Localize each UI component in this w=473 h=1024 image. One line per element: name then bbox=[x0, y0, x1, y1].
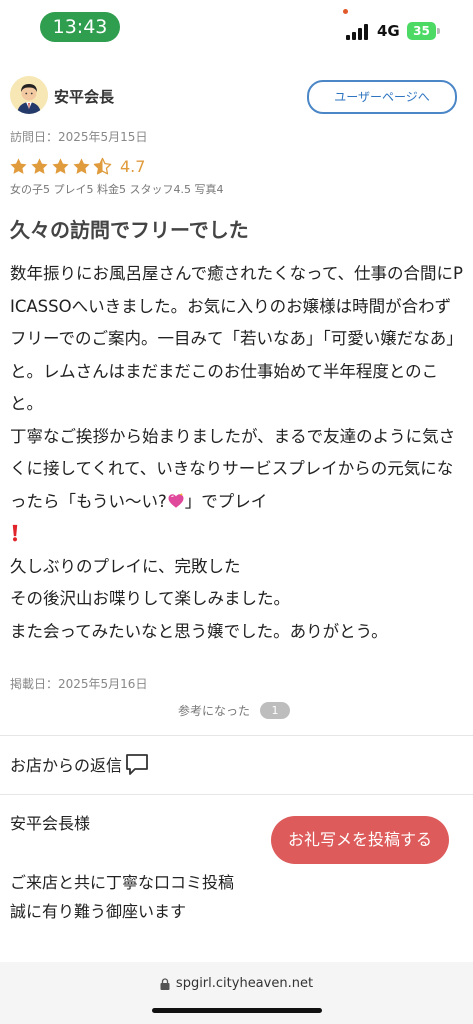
reply-heading-text: お店からの返信 bbox=[10, 756, 123, 775]
speech-bubble-icon bbox=[126, 754, 148, 775]
helpful-section: 参考になった 1 bbox=[178, 702, 291, 719]
sub-ratings: 女の子5 プレイ5 料金5 スタッフ4.5 写真4 bbox=[10, 183, 224, 196]
browser-url-bar[interactable]: spgirl.cityheaven.net bbox=[0, 962, 473, 1024]
review-body-part2: 」でプレイ bbox=[184, 491, 268, 511]
status-time: 13:43 bbox=[40, 12, 120, 42]
privacy-indicator-dot bbox=[343, 9, 348, 14]
rating-value: 4.7 bbox=[120, 156, 146, 176]
reply-body: ご来店と共に丁寧な口コミ投稿 誠に有り難う御座います bbox=[10, 873, 235, 921]
url-text[interactable]: spgirl.cityheaven.net bbox=[176, 976, 313, 991]
user-page-button[interactable]: ユーザーページへ bbox=[307, 80, 457, 114]
lock-icon bbox=[160, 977, 170, 990]
helpful-label: 参考になった bbox=[178, 704, 251, 718]
helpful-count-button[interactable]: 1 bbox=[260, 702, 291, 719]
reviewer-name[interactable]: 安平会長 bbox=[54, 86, 114, 107]
star-icon bbox=[73, 157, 90, 174]
star-icon bbox=[10, 157, 27, 174]
reply-recipient: 安平会長様 bbox=[10, 814, 91, 833]
home-indicator[interactable] bbox=[152, 1008, 322, 1013]
network-type: 4G bbox=[377, 22, 400, 40]
star-rating: 4.7 bbox=[9, 155, 145, 177]
shop-reply-heading: お店からの返信 bbox=[10, 751, 150, 777]
star-icon bbox=[31, 157, 48, 174]
signal-icon bbox=[346, 24, 370, 40]
divider bbox=[0, 794, 473, 795]
review-body-part1: 数年振りにお風呂屋さんで癒されたくなって、仕事の合間にPICASSOへいきました… bbox=[10, 264, 463, 511]
visit-date: 訪問日：2025年5月15日 bbox=[10, 130, 148, 144]
review-body-part3: 久しぶりのプレイに、完敗した その後沢山お喋りして楽しみました。 また会ってみた… bbox=[10, 556, 388, 641]
post-date: 掲載日：2025年5月16日 bbox=[10, 677, 148, 691]
star-icon bbox=[52, 157, 69, 174]
url-container[interactable]: spgirl.cityheaven.net bbox=[0, 976, 473, 991]
status-bar: 13:43 4G 35 bbox=[0, 0, 473, 56]
review-body: 数年振りにお風呂屋さんで癒されたくなって、仕事の合間にPICASSOへいきました… bbox=[10, 258, 466, 648]
battery-icon: 35 bbox=[407, 22, 436, 40]
half-star-icon bbox=[93, 157, 112, 174]
avatar-icon[interactable] bbox=[10, 76, 48, 114]
divider bbox=[0, 735, 473, 736]
heart-emoji bbox=[168, 492, 184, 508]
post-thanks-photo-button[interactable]: お礼写メを投稿する bbox=[271, 816, 449, 864]
review-title: 久々の訪問でフリーでした bbox=[10, 218, 249, 242]
battery-tip bbox=[437, 28, 440, 34]
exclamation-emoji bbox=[12, 524, 18, 542]
